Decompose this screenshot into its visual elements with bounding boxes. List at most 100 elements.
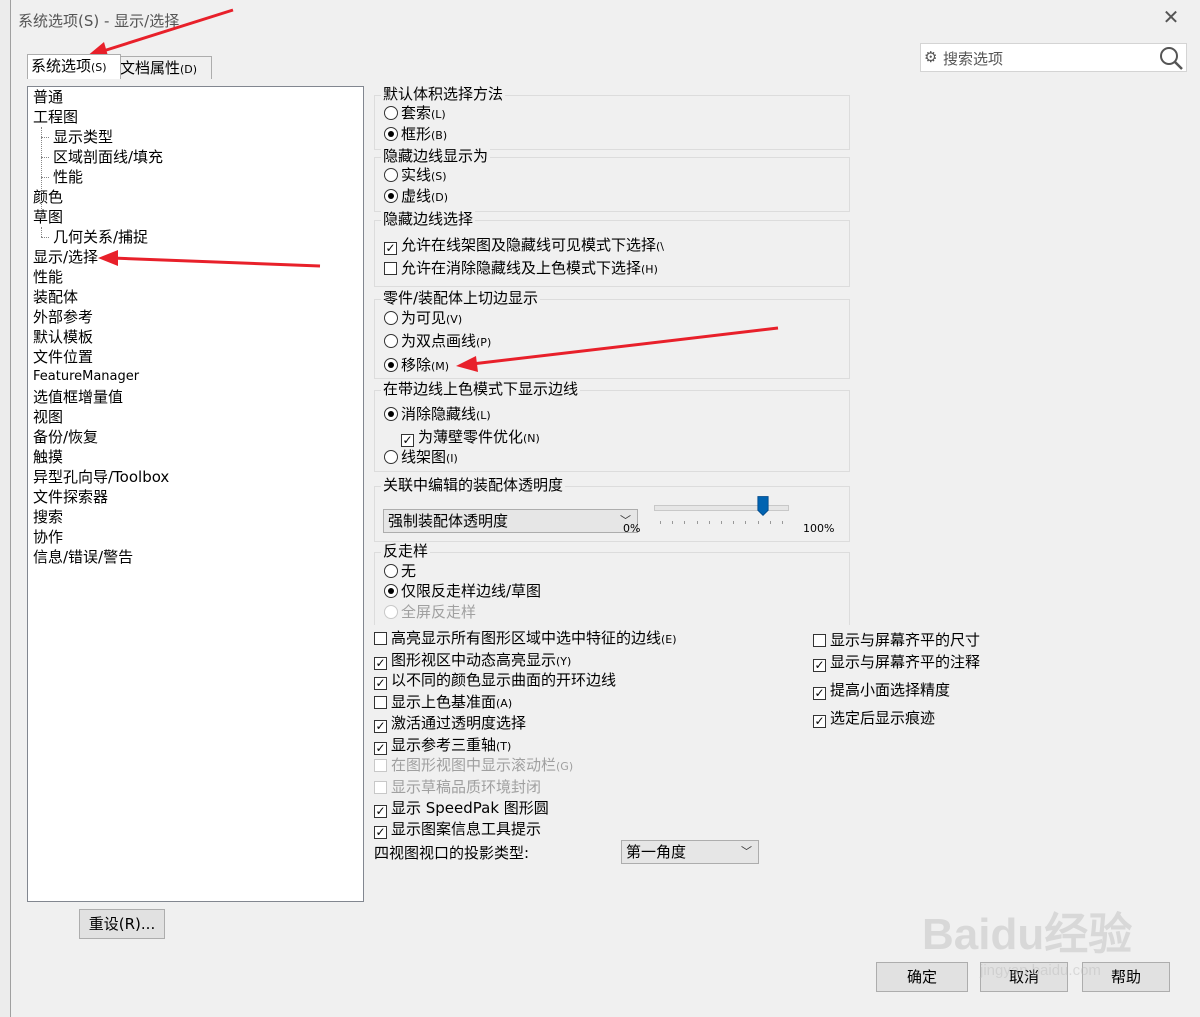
hidden-lines-removed-radio[interactable]: 消除隐藏线(L) xyxy=(384,404,491,426)
search-icon[interactable] xyxy=(1157,44,1185,71)
thin-parts-label: 为薄壁零件优化 xyxy=(418,428,524,446)
check-label: 显示上色基准面 xyxy=(391,693,497,711)
tree-item-area-hatch[interactable]: 区域剖面线/填充 xyxy=(53,147,163,167)
radio-circle xyxy=(384,407,398,421)
dashed-radio[interactable]: 虚线(D) xyxy=(384,186,448,208)
box-radio[interactable]: 框形(B) xyxy=(384,124,447,146)
facet-selection-accuracy-checkbox[interactable]: ✓ 提高小面选择精度 xyxy=(813,680,950,700)
tree-item-assemblies[interactable]: 装配体 xyxy=(33,287,78,307)
radio-circle xyxy=(384,564,398,578)
tree-item-general[interactable]: 普通 xyxy=(33,87,63,107)
close-icon[interactable]: ✕ xyxy=(1160,6,1182,28)
lasso-radio[interactable]: 套索(L) xyxy=(384,103,446,125)
open-edges-color-checkbox[interactable]: ✓ 以不同的颜色显示曲面的开环边线 xyxy=(374,670,616,690)
visible-accel: (V) xyxy=(446,313,463,326)
check-box: ✓ xyxy=(384,241,397,255)
radio-circle xyxy=(384,311,398,325)
show-trace-checkbox[interactable]: ✓ 选定后显示痕迹 xyxy=(813,708,935,728)
tree-item-display-selection[interactable]: 显示/选择 xyxy=(33,247,98,267)
check-accel: (A) xyxy=(496,697,513,710)
antialias-edges-label: 仅限反走样边线/草图 xyxy=(401,582,542,600)
removed-radio[interactable]: 移除(M) xyxy=(384,355,449,377)
select-through-transparency-checkbox[interactable]: ✓ 激活通过透明度选择 xyxy=(374,713,526,733)
dynamic-highlight-checkbox[interactable]: ✓ 图形视区中动态高亮显示(Y) xyxy=(374,650,571,672)
tree-item-search[interactable]: 搜索 xyxy=(33,507,63,527)
slider-tick xyxy=(696,521,698,524)
projection-type-dropdown[interactable]: 第一角度 ﹀ xyxy=(621,840,759,864)
reset-button[interactable]: 重设(R)... xyxy=(79,909,165,939)
check-accel: (Y) xyxy=(556,655,572,668)
speedpak-checkbox[interactable]: ✓ 显示 SpeedPak 图形圆 xyxy=(374,798,549,818)
solid-accel: (S) xyxy=(431,170,447,183)
tree-item-view[interactable]: 视图 xyxy=(33,407,63,427)
phantom-label: 为双点画线 xyxy=(401,332,477,350)
tree-item-featuremanager[interactable]: FeatureManager xyxy=(33,367,139,387)
search-box[interactable]: ⚙ 搜索选项 xyxy=(920,43,1187,72)
dashed-accel: (D) xyxy=(431,191,449,204)
transparency-dropdown[interactable]: 强制装配体透明度 ﹀ xyxy=(383,509,638,533)
tree-item-messages[interactable]: 信息/错误/警告 xyxy=(33,547,133,567)
check-box: ✓ xyxy=(813,714,826,728)
dims-flat-to-screen-checkbox[interactable]: 显示与屏幕齐平的尺寸 xyxy=(813,630,980,650)
tree-item-touch[interactable]: 触摸 xyxy=(33,447,63,467)
gear-icon[interactable]: ⚙ xyxy=(924,48,937,66)
radio-circle xyxy=(384,450,398,464)
allow-wireframe-label: 允许在线架图及隐藏线可见模式下选择 xyxy=(401,236,657,254)
tree-item-file-explorer[interactable]: 文件探索器 xyxy=(33,487,108,507)
tree-item-performance[interactable]: 性能 xyxy=(33,267,63,287)
notes-flat-to-screen-checkbox[interactable]: ✓ 显示与屏幕齐平的注释 xyxy=(813,652,980,672)
radio-circle xyxy=(384,358,398,372)
antialias-none-radio[interactable]: 无 xyxy=(384,561,416,581)
tree-connector xyxy=(41,177,49,178)
tree-item-drawings[interactable]: 工程图 xyxy=(33,107,78,127)
slider-tick xyxy=(672,521,674,524)
allow-wireframe-select-checkbox[interactable]: ✓ 允许在线架图及隐藏线可见模式下选择(\ xyxy=(384,235,664,257)
allow-hlr-select-checkbox[interactable]: 允许在消除隐藏线及上色模式下选择(H) xyxy=(384,258,658,280)
tree-item-hole-wizard-toolbox[interactable]: 异型孔向导/Toolbox xyxy=(33,467,169,487)
radio-circle xyxy=(384,605,398,619)
tree-item-file-locations[interactable]: 文件位置 xyxy=(33,347,93,367)
tree-item-backup-recover[interactable]: 备份/恢复 xyxy=(33,427,98,447)
tree-item-relations-snaps[interactable]: 几何关系/捕捉 xyxy=(53,227,148,247)
tree-item-collaboration[interactable]: 协作 xyxy=(33,527,63,547)
tree-item-drawing-performance[interactable]: 性能 xyxy=(53,167,83,187)
projection-type-label: 四视图视口的投影类型: xyxy=(374,844,530,862)
tab-system-options[interactable]: 系统选项(S) xyxy=(27,54,121,79)
highlight-selected-edges-checkbox[interactable]: 高亮显示所有图形区域中选中特征的边线(E) xyxy=(374,628,677,650)
check-accel: (E) xyxy=(661,633,677,646)
reference-triad-checkbox[interactable]: ✓ 显示参考三重轴(T) xyxy=(374,735,511,757)
slider-tick xyxy=(769,521,771,524)
transparency-slider-thumb[interactable] xyxy=(757,494,769,518)
options-tree[interactable]: 普通 工程图 显示类型 区域剖面线/填充 性能 颜色 草图 几何关系/捕捉 显示… xyxy=(27,86,364,902)
check-label: 显示 SpeedPak 图形圆 xyxy=(391,799,549,817)
tree-item-external-references[interactable]: 外部参考 xyxy=(33,307,93,327)
projection-type-value: 第一角度 xyxy=(626,843,687,861)
tree-item-spin-box-increments[interactable]: 选值框增量值 xyxy=(33,387,123,407)
tree-item-default-templates[interactable]: 默认模板 xyxy=(33,327,93,347)
antialias-none-label: 无 xyxy=(401,562,417,580)
check-box xyxy=(813,634,826,647)
phantom-accel: (P) xyxy=(476,336,492,349)
antialias-full-radio: 全屏反走样 xyxy=(384,602,476,622)
pattern-tooltip-checkbox[interactable]: ✓ 显示图案信息工具提示 xyxy=(374,819,541,839)
shaded-edges-title: 在带边线上色模式下显示边线 xyxy=(381,380,581,398)
tree-item-colors[interactable]: 颜色 xyxy=(33,187,63,207)
radio-circle xyxy=(384,168,398,182)
tree-item-display-style[interactable]: 显示类型 xyxy=(53,127,113,147)
thin-parts-checkbox[interactable]: ✓ 为薄壁零件优化(N) xyxy=(401,427,540,449)
transparency-dropdown-value: 强制装配体透明度 xyxy=(388,512,509,530)
shaded-planes-checkbox[interactable]: 显示上色基准面(A) xyxy=(374,692,512,714)
wireframe-radio[interactable]: 线架图(I) xyxy=(384,447,458,469)
tree-item-sketch[interactable]: 草图 xyxy=(33,207,63,227)
phantom-radio[interactable]: 为双点画线(P) xyxy=(384,331,491,353)
antialias-edges-radio[interactable]: 仅限反走样边线/草图 xyxy=(384,581,541,601)
slider-tick xyxy=(757,521,759,524)
tab-system-options-label: 系统选项 xyxy=(31,57,92,75)
check-label: 以不同的颜色显示曲面的开环边线 xyxy=(391,671,617,689)
tab-document-properties[interactable]: 文档属性(D) xyxy=(116,56,212,79)
visible-radio[interactable]: 为可见(V) xyxy=(384,308,462,330)
draft-ambient-occlusion-checkbox: 显示草稿品质环境封闭 xyxy=(374,777,541,797)
allow-wireframe-accel: (\ xyxy=(656,240,665,253)
check-box xyxy=(374,696,387,709)
solid-radio[interactable]: 实线(S) xyxy=(384,165,447,187)
